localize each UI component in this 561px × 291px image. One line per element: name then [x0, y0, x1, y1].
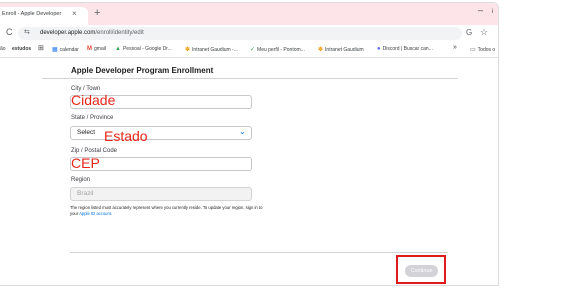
region-input: Brazil [70, 187, 252, 201]
browser-window: Enroll - Apple Developer × + – i C ⇆ dev… [0, 2, 499, 286]
bookmark-item[interactable]: ✽ Intranet Gaudium -... [185, 46, 238, 53]
apps-grid-icon[interactable]: ⊞ [38, 44, 44, 52]
handwritten-annotation-estado: Estado [104, 128, 148, 144]
translate-icon[interactable]: G [466, 28, 472, 37]
discord-icon: ● [377, 46, 381, 52]
state-select[interactable]: Select ⌄ [70, 126, 252, 140]
bookmark-star-icon[interactable]: ☆ [480, 27, 488, 38]
intranet-icon: ✽ [318, 47, 324, 53]
window-control-icon[interactable]: i [492, 9, 493, 15]
apple-id-link[interactable]: Apple ID account [79, 211, 111, 216]
region-note: The region listed must accurately repres… [70, 205, 263, 216]
chevron-down-icon: ⌄ [239, 127, 246, 136]
bookmark-item[interactable]: ✽ Intranet Gaudium [318, 46, 364, 53]
handwritten-annotation-cep: CEP [71, 155, 100, 171]
handwritten-annotation-cidade: Cidade [71, 92, 116, 108]
bookmark-item[interactable]: ▲ Pessoal - Google Dr... [115, 46, 172, 52]
bookmarks-overflow-icon[interactable]: » [453, 44, 457, 51]
drive-icon: ▲ [115, 46, 121, 52]
bookmark-item[interactable]: estudos [12, 46, 31, 52]
site-settings-icon[interactable]: ⇆ [24, 28, 30, 36]
bookmark-item[interactable]: Mgmail [87, 46, 106, 52]
tab-enroll[interactable]: Enroll - Apple Developer × [0, 7, 88, 25]
browser-toolbar: C ⇆ developer.apple.com/enroll/identity/… [0, 25, 498, 42]
folder-icon: ▭ [470, 47, 476, 53]
continue-button[interactable]: Continue [405, 265, 438, 277]
bookmark-item[interactable]: ão [0, 46, 6, 52]
state-select-value: Select [77, 129, 96, 136]
minimize-icon[interactable]: – [478, 5, 483, 15]
tab-title: Enroll - Apple Developer [2, 11, 62, 17]
calendar-icon: ▦ [52, 47, 58, 53]
bookmark-item[interactable]: ✓ Meu perfil - Pontom... [250, 46, 305, 53]
check-icon: ✓ [250, 47, 256, 53]
region-value: Brazil [77, 190, 94, 197]
bookmark-item[interactable]: ● Discord | Buscar can... [377, 46, 433, 52]
url-host: developer.apple.com [40, 30, 96, 36]
close-icon[interactable]: × [72, 9, 77, 18]
new-tab-icon[interactable]: + [94, 7, 100, 19]
page-content: Apple Developer Program Enrollment City … [0, 58, 498, 285]
bookmark-item[interactable]: ▦ calendar [52, 46, 79, 53]
zip-label: Zip / Postal Code [71, 148, 118, 154]
bookmarks-bar: ão estudos ⊞ ▦ calendar Mgmail ▲ Pessoal -… [0, 42, 498, 58]
divider [42, 78, 458, 79]
address-bar[interactable]: ⇆ developer.apple.com/enroll/identity/ed… [18, 27, 462, 40]
intranet-icon: ✽ [185, 47, 191, 53]
url-text[interactable]: developer.apple.com/enroll/identity/edit [40, 30, 144, 36]
state-label: State / Province [71, 115, 114, 121]
tab-strip: Enroll - Apple Developer × + – i [0, 3, 498, 25]
page-title: Apple Developer Program Enrollment [71, 66, 214, 75]
all-bookmarks-folder[interactable]: ▭ Todos o [470, 46, 495, 53]
region-label: Region [71, 177, 91, 183]
divider [70, 252, 448, 253]
url-path: /enroll/identity/edit [95, 30, 144, 36]
reload-icon[interactable]: C [6, 27, 13, 37]
gmail-icon: M [87, 46, 92, 52]
